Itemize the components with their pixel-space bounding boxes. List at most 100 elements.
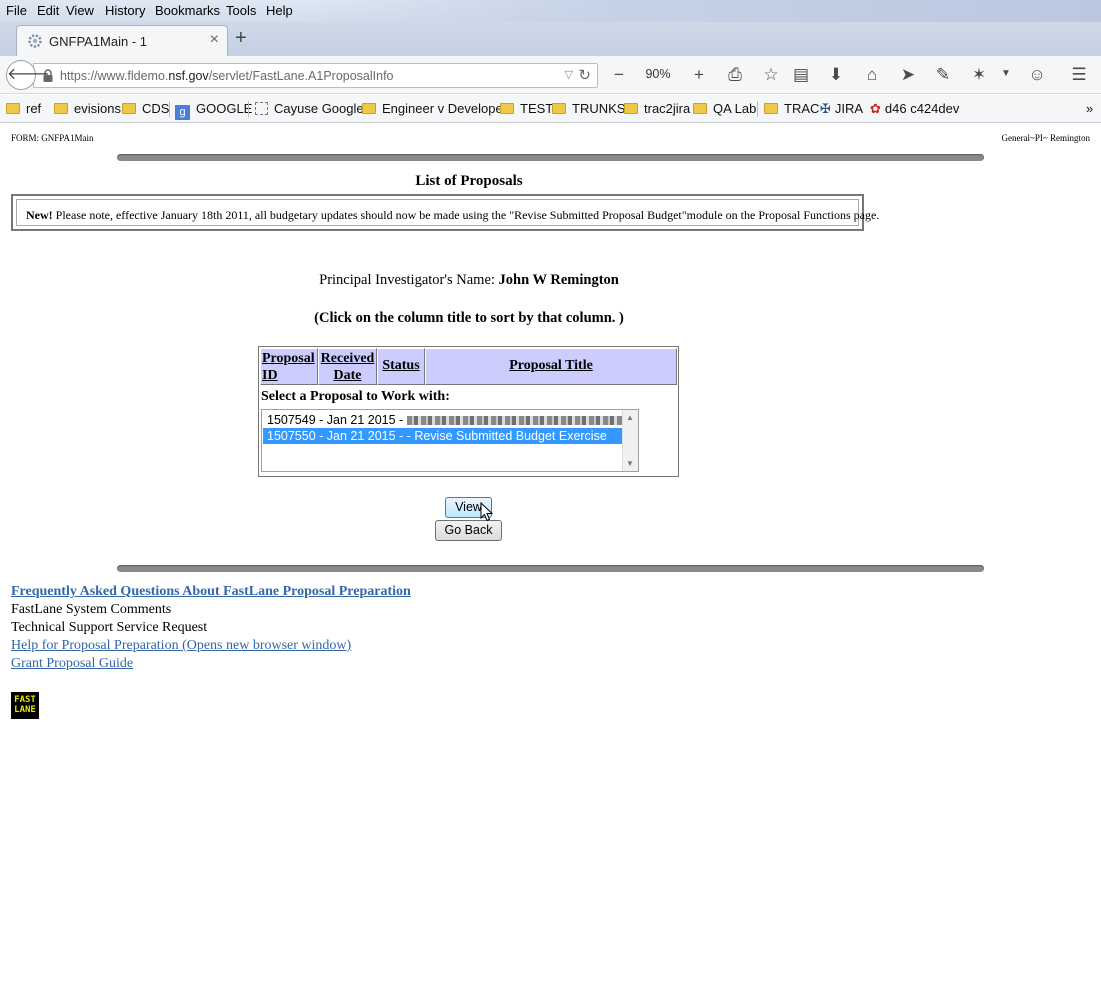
pi-name: John W Remington <box>498 272 619 288</box>
menu-tools[interactable]: Tools <box>226 3 256 18</box>
column-proposal-title[interactable]: Proposal Title <box>425 348 677 385</box>
folder-icon <box>54 103 68 114</box>
menu-history[interactable]: History <box>105 3 145 18</box>
sort-hint: (Click on the column title to sort by th… <box>314 310 624 326</box>
menu-file[interactable]: File <box>6 3 27 18</box>
bookmark-cayuse-google[interactable]: Cayuse Google <box>255 101 364 116</box>
bookmark-separator <box>169 101 170 117</box>
close-icon[interactable]: × <box>210 31 219 49</box>
bookmark-trac2jira[interactable]: trac2jira <box>624 101 690 116</box>
folder-icon <box>552 103 566 114</box>
zoom-out-icon[interactable]: − <box>608 65 630 85</box>
form-label: FORM: GNFPA1Main <box>11 133 94 143</box>
grant-guide-link[interactable]: Grant Proposal Guide <box>11 656 133 672</box>
proposals-table: Proposal ID Received Date Status Proposa… <box>258 346 679 477</box>
gear-icon <box>28 34 42 48</box>
bookmarks-bar: ref evisions CDS g GOOGLE Cayuse Google E… <box>0 95 1101 123</box>
list-item[interactable]: 1507550 - Jan 21 2015 - - Revise Submitt… <box>263 428 622 444</box>
arrow-left-icon: 🡐 <box>7 66 50 83</box>
scrollbar[interactable]: ▲ ▼ <box>622 410 638 471</box>
column-status[interactable]: Status <box>377 348 425 385</box>
faq-link[interactable]: Frequently Asked Questions About FastLan… <box>11 584 411 600</box>
bookmark-qa-lab[interactable]: QA Lab <box>693 101 756 116</box>
bookmark-evisions[interactable]: evisions <box>54 101 121 116</box>
chevron-up-icon[interactable]: ▲ <box>626 413 634 422</box>
notes-icon[interactable]: ✎ <box>932 65 954 85</box>
jira-icon: ✠ <box>820 101 831 116</box>
column-proposal-id[interactable]: Proposal ID <box>260 348 318 385</box>
select-proposal-label: Select a Proposal to Work with: <box>261 389 450 404</box>
window-titlebar <box>300 0 1101 22</box>
menu-view[interactable]: View <box>66 3 94 18</box>
page-title: List of Proposals <box>415 173 523 189</box>
blank-page-icon <box>255 102 268 115</box>
folder-icon <box>500 103 514 114</box>
folder-icon <box>624 103 638 114</box>
bookmarks-overflow-icon[interactable]: » <box>1086 101 1093 116</box>
chevron-down-icon[interactable]: ▼ <box>626 459 634 468</box>
user-label: General~PI~ Remington <box>1001 133 1090 143</box>
horizontal-rule <box>117 154 984 161</box>
bookmark-separator <box>757 101 758 117</box>
fastlane-logo: FAST LANE <box>11 692 39 719</box>
bookmark-trac[interactable]: TRAC <box>764 101 819 116</box>
smiley-icon[interactable]: ☺ <box>1026 65 1048 85</box>
folder-icon <box>693 103 707 114</box>
table-header: Proposal ID Received Date Status Proposa… <box>260 348 677 385</box>
bookmark-separator <box>248 101 249 117</box>
tab-active[interactable]: GNFPA1Main - 1 × <box>16 25 228 56</box>
tech-support-text: Technical Support Service Request <box>11 620 208 635</box>
home-icon[interactable]: ⌂ <box>861 65 883 85</box>
tab-title: GNFPA1Main - 1 <box>49 34 148 49</box>
zoom-level[interactable]: 90% <box>641 67 675 81</box>
extension-icon[interactable]: ✶ <box>968 65 990 85</box>
reading-list-icon[interactable]: ▤ <box>790 65 812 85</box>
notice-box: New! Please note, effective January 18th… <box>11 194 879 231</box>
bookmark-engineer-v-developer[interactable]: Engineer v Developer <box>362 101 507 116</box>
proposal-listbox[interactable]: 1507549 - Jan 21 2015 - 1507550 - Jan 21… <box>261 409 639 472</box>
bookmark-google[interactable]: g GOOGLE <box>175 101 252 120</box>
list-item[interactable]: 1507549 - Jan 21 2015 - <box>263 412 622 428</box>
star-icon[interactable]: ☆ <box>760 65 782 85</box>
chevron-down-icon[interactable]: ▼ <box>995 68 1017 79</box>
google-icon: g <box>175 105 190 120</box>
paw-icon: ✿ <box>870 101 881 116</box>
print-icon[interactable]: ⎙ <box>724 65 746 85</box>
send-icon[interactable]: ➤ <box>897 65 919 85</box>
folder-icon <box>362 103 376 114</box>
menu-help[interactable]: Help <box>266 3 293 18</box>
help-link[interactable]: Help for Proposal Preparation (Opens new… <box>11 638 351 654</box>
bookmark-test[interactable]: TEST <box>500 101 553 116</box>
notice-new-label: New! <box>26 208 53 222</box>
bookmark-trunks[interactable]: TRUNKS <box>552 101 625 116</box>
new-tab-icon[interactable]: + <box>235 27 247 50</box>
bookmark-d46-c424dev[interactable]: ✿ d46 c424dev <box>870 101 959 117</box>
bookmark-jira[interactable]: ✠ JIRA <box>820 101 863 117</box>
download-icon[interactable]: ⬇ <box>825 65 847 85</box>
page-content: FORM: GNFPA1Main General~PI~ Remington L… <box>0 124 1101 981</box>
go-back-button[interactable]: Go Back <box>435 520 502 541</box>
pi-name-line: Principal Investigator's Name: John W Re… <box>319 272 619 288</box>
redacted-text <box>406 416 622 425</box>
horizontal-rule <box>117 565 984 572</box>
tab-strip: GNFPA1Main - 1 × + <box>0 22 1101 56</box>
menu-bar: File Edit View History Bookmarks Tools H… <box>0 0 1101 22</box>
menu-edit[interactable]: Edit <box>37 3 59 18</box>
zoom-in-icon[interactable]: + <box>688 65 710 85</box>
bookmark-ref[interactable]: ref <box>6 101 41 116</box>
reload-icon[interactable]: ↻ <box>578 66 591 84</box>
system-comments-text: FastLane System Comments <box>11 602 172 617</box>
notice-text: New! Please note, effective January 18th… <box>16 199 879 226</box>
menu-bookmarks[interactable]: Bookmarks <box>155 3 220 18</box>
url-bar[interactable]: https://www.fldemo.nsf.gov/servlet/FastL… <box>33 63 598 88</box>
column-received-date[interactable]: Received Date <box>318 348 377 385</box>
url-text: https://www.fldemo.nsf.gov/servlet/FastL… <box>60 69 394 83</box>
back-button[interactable]: 🡐 <box>6 60 50 90</box>
chevron-down-icon[interactable]: ▽ <box>565 68 573 81</box>
mouse-cursor-icon <box>480 502 494 522</box>
folder-icon <box>6 103 20 114</box>
menu-icon[interactable]: ☰ <box>1068 65 1090 85</box>
folder-icon <box>764 103 778 114</box>
bookmark-cds[interactable]: CDS <box>122 101 169 116</box>
folder-icon <box>122 103 136 114</box>
